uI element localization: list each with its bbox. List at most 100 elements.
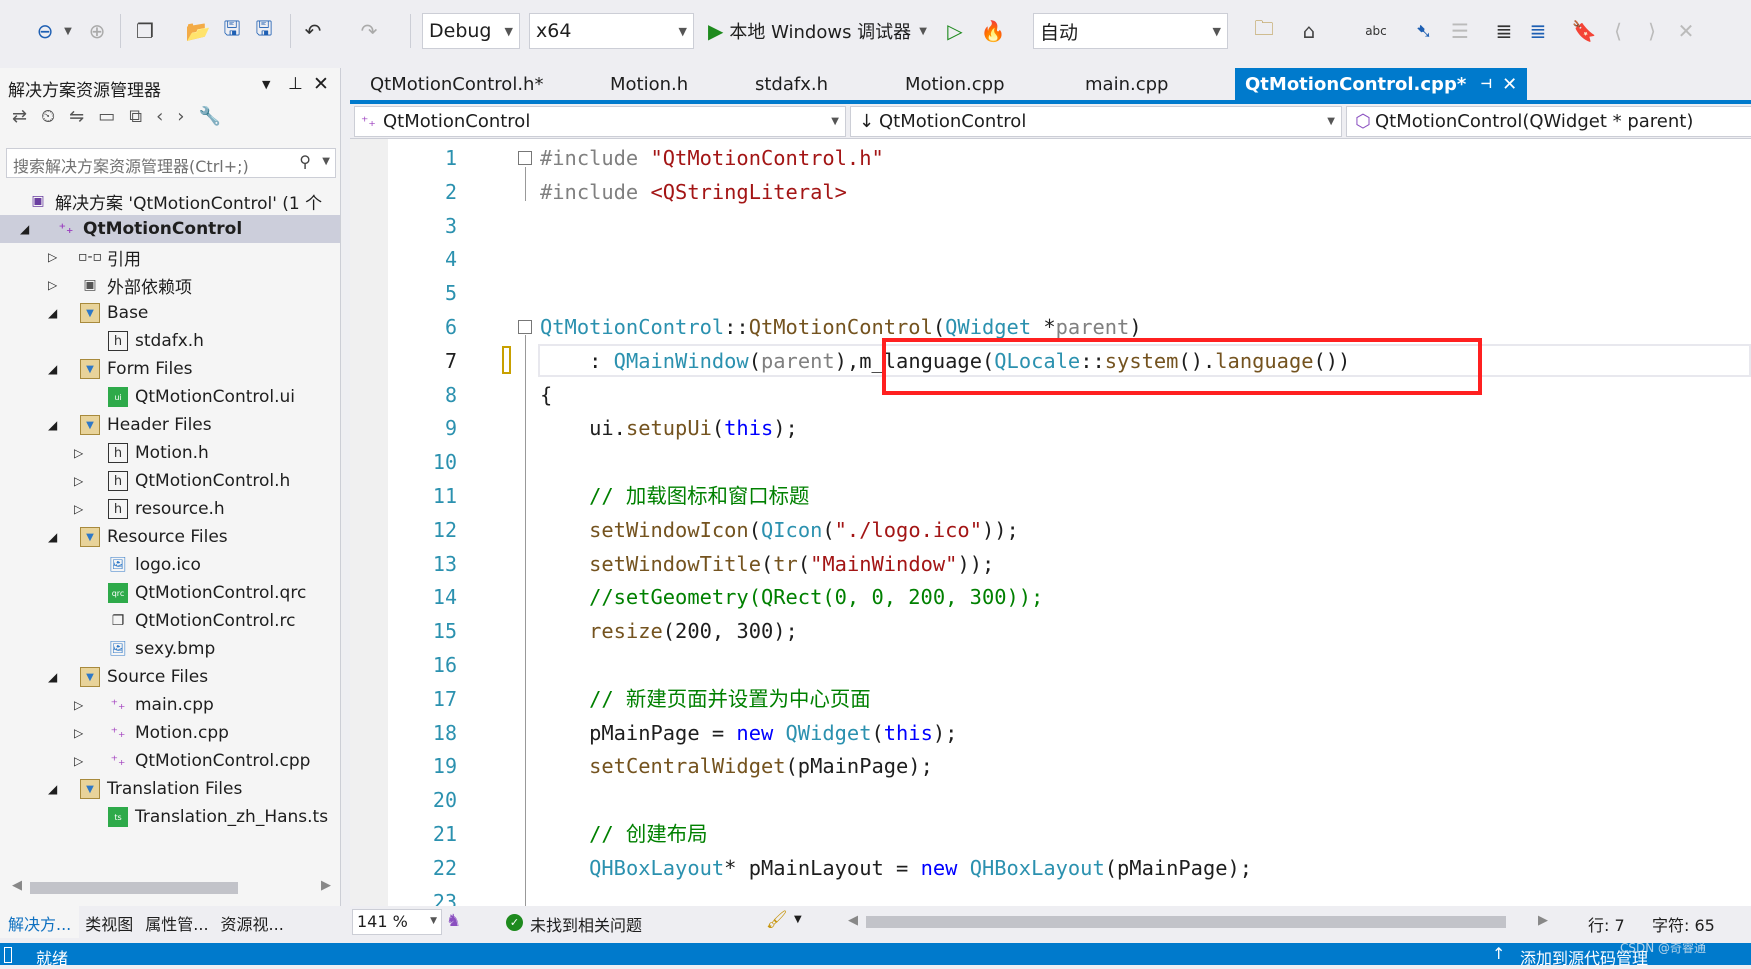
- issues-status[interactable]: 未找到相关问题: [530, 912, 642, 936]
- tree-item[interactable]: ◢ ▼ Resource Files: [0, 523, 340, 551]
- tree-item[interactable]: ▷ h resource.h: [0, 495, 340, 523]
- collapsed-arrow-icon[interactable]: ▷: [74, 754, 83, 768]
- configuration-select[interactable]: Debug ▼: [422, 13, 520, 49]
- expanded-arrow-icon[interactable]: ◢: [48, 530, 57, 544]
- tree-item[interactable]: ◢ ▼ Header Files: [0, 411, 340, 439]
- back-icon[interactable]: ⊖: [30, 14, 60, 48]
- chevron-down-icon[interactable]: ▼: [794, 914, 802, 925]
- collapsed-arrow-icon[interactable]: ▷: [48, 278, 57, 292]
- collapse-icon[interactable]: [518, 320, 532, 334]
- project-dropdown[interactable]: ⁺₊ QtMotionControl ▼: [354, 106, 846, 137]
- tree-item[interactable]: h stdafx.h: [0, 327, 340, 355]
- code-line[interactable]: setWindowIcon(QIcon("./logo.ico"));: [540, 513, 1019, 547]
- close-icon[interactable]: ✕: [313, 73, 329, 95]
- code-line[interactable]: setCentralWidget(pMainPage);: [540, 749, 933, 783]
- code-line[interactable]: QHBoxLayout* pMainLayout = new QHBoxLayo…: [540, 851, 1252, 885]
- tree-item[interactable]: ◢ ⁺₊ QtMotionControl: [0, 215, 340, 243]
- panel-menu-icon[interactable]: ▼: [262, 78, 270, 91]
- zoom-select[interactable]: 141 % ▼: [352, 909, 442, 935]
- collapsed-arrow-icon[interactable]: ▷: [74, 502, 83, 516]
- document-tab[interactable]: Motion.h: [600, 68, 698, 100]
- collapse-icon[interactable]: [518, 151, 532, 165]
- code-line[interactable]: {: [540, 378, 552, 412]
- code-line[interactable]: // 加载图标和窗口标题: [540, 479, 809, 513]
- collapsed-arrow-icon[interactable]: ▷: [74, 698, 83, 712]
- tree-item[interactable]: ui QtMotionControl.ui: [0, 383, 340, 411]
- pin-icon[interactable]: ⊣: [1480, 77, 1492, 92]
- tree-item[interactable]: ▷ h QtMotionControl.h: [0, 467, 340, 495]
- new-project-icon[interactable]: ❐: [130, 14, 160, 48]
- tree-item[interactable]: ◢ ▼ Base: [0, 299, 340, 327]
- code-line[interactable]: // 创建布局: [540, 817, 707, 851]
- undo-icon[interactable]: ↶: [300, 14, 326, 48]
- hot-reload-icon[interactable]: 🔥: [980, 14, 1006, 48]
- auto-select[interactable]: 自动 ▼: [1033, 13, 1228, 49]
- open-file-icon[interactable]: 📂: [184, 14, 212, 48]
- code-line[interactable]: pMainPage = new QWidget(this);: [540, 716, 957, 750]
- tree-item[interactable]: ◢ ▼ Translation Files: [0, 775, 340, 803]
- search-input[interactable]: 搜索解决方案资源管理器(Ctrl+;) ⚲ ▼: [6, 148, 336, 178]
- tree-item[interactable]: ▷ ▣ 外部依赖项: [0, 271, 340, 299]
- platform-select[interactable]: x64 ▼: [529, 13, 694, 49]
- tree-item[interactable]: ▷ ⁺₊ QtMotionControl.cpp: [0, 747, 340, 775]
- forward-icon[interactable]: ⊕: [82, 14, 112, 48]
- pin-icon[interactable]: ⊥: [288, 74, 303, 94]
- expanded-arrow-icon[interactable]: ◢: [48, 362, 57, 376]
- tab-solution-explorer[interactable]: 解决方...: [0, 906, 80, 938]
- code-line[interactable]: resize(200, 300);: [540, 614, 798, 648]
- tree-item[interactable]: ts Translation_zh_Hans.ts: [0, 803, 340, 831]
- start-debugging-button[interactable]: ▶ 本地 Windows 调试器 ▼: [708, 14, 927, 48]
- save-all-icon[interactable]: 🖫: [250, 14, 278, 48]
- code-cleanup-icon[interactable]: 🖌: [766, 910, 788, 930]
- find-in-files-icon[interactable]: 🗀: [1250, 14, 1278, 48]
- collapsed-arrow-icon[interactable]: ▷: [74, 474, 83, 488]
- code-line[interactable]: // 新建页面并设置为中心页面: [540, 682, 871, 716]
- code-line[interactable]: ui.setupUi(this);: [540, 411, 798, 445]
- expanded-arrow-icon[interactable]: ◢: [48, 418, 57, 432]
- bookmark-icon[interactable]: 🔖: [1572, 14, 1597, 48]
- spell-check-icon[interactable]: abc: [1362, 14, 1390, 48]
- tree-item[interactable]: ❐ QtMotionControl.rc: [0, 607, 340, 635]
- expanded-arrow-icon[interactable]: ◢: [20, 222, 29, 236]
- tree-item[interactable]: ◢ ▼ Source Files: [0, 663, 340, 691]
- clear-bookmarks-icon[interactable]: ✕: [1674, 14, 1698, 48]
- code-editor[interactable]: 1 #include "QtMotionControl.h" 2 #include <…: [350, 138, 1751, 906]
- document-tab[interactable]: QtMotionControl.cpp* ⊣ ✕: [1235, 68, 1528, 100]
- format-icon[interactable]: ☰: [1446, 14, 1474, 48]
- tab-property-manager[interactable]: 属性管...: [139, 906, 214, 938]
- expanded-arrow-icon[interactable]: ◢: [48, 782, 57, 796]
- collapsed-arrow-icon[interactable]: ▷: [48, 250, 57, 264]
- code-line[interactable]: #include "QtMotionControl.h": [540, 141, 884, 175]
- intellicode-icon[interactable]: ♞: [446, 911, 461, 931]
- tree-item[interactable]: ▣ 解决方案 'QtMotionControl' (1 个: [0, 187, 340, 215]
- tab-resource-view[interactable]: 资源视...: [215, 906, 290, 938]
- expanded-arrow-icon[interactable]: ◢: [48, 670, 57, 684]
- tree-item[interactable]: ◢ ▼ Form Files: [0, 355, 340, 383]
- window-home-icon[interactable]: ⌂: [1295, 14, 1323, 48]
- prev-bookmark-icon[interactable]: ⟨: [1606, 14, 1630, 48]
- tree-item[interactable]: qrc QtMotionControl.qrc: [0, 579, 340, 607]
- tab-class-view[interactable]: 类视图: [79, 906, 139, 938]
- horizontal-scrollbar[interactable]: ◀ ▶: [8, 878, 333, 898]
- code-line[interactable]: setWindowTitle(tr("MainWindow"));: [540, 547, 994, 581]
- comment-icon[interactable]: ≣: [1490, 14, 1518, 48]
- collapsed-arrow-icon[interactable]: ▷: [74, 446, 83, 460]
- close-tab-icon[interactable]: ✕: [1502, 74, 1517, 95]
- document-tab[interactable]: QtMotionControl.h*: [360, 68, 553, 100]
- code-line[interactable]: //setGeometry(QRect(0, 0, 200, 300));: [540, 580, 1043, 614]
- editor-horizontal-scrollbar[interactable]: ◀ ▶: [848, 912, 1548, 932]
- panel-toolbar[interactable]: ⇄⏲⇋▭⧉‹›🔧: [12, 106, 235, 127]
- tree-item[interactable]: ▷ ⁺₊ Motion.cpp: [0, 719, 340, 747]
- scope-dropdown[interactable]: ↓ QtMotionControl ▼: [850, 106, 1342, 137]
- collapsed-arrow-icon[interactable]: ▷: [74, 726, 83, 740]
- document-tab[interactable]: stdafx.h: [745, 68, 838, 100]
- cursor-select-icon[interactable]: ➷: [1410, 14, 1438, 48]
- tree-item[interactable]: ▷ ▫-▫ 引用: [0, 243, 340, 271]
- document-tab[interactable]: main.cpp: [1075, 68, 1178, 100]
- next-bookmark-icon[interactable]: ⟩: [1640, 14, 1664, 48]
- save-icon[interactable]: 🖫: [218, 14, 246, 48]
- start-without-debugging-icon[interactable]: ▷: [942, 14, 968, 48]
- document-tab[interactable]: Motion.cpp: [895, 68, 1015, 100]
- scrollbar-thumb[interactable]: [866, 916, 1506, 928]
- member-dropdown[interactable]: ⬡ QtMotionControl(QWidget * parent): [1346, 106, 1751, 137]
